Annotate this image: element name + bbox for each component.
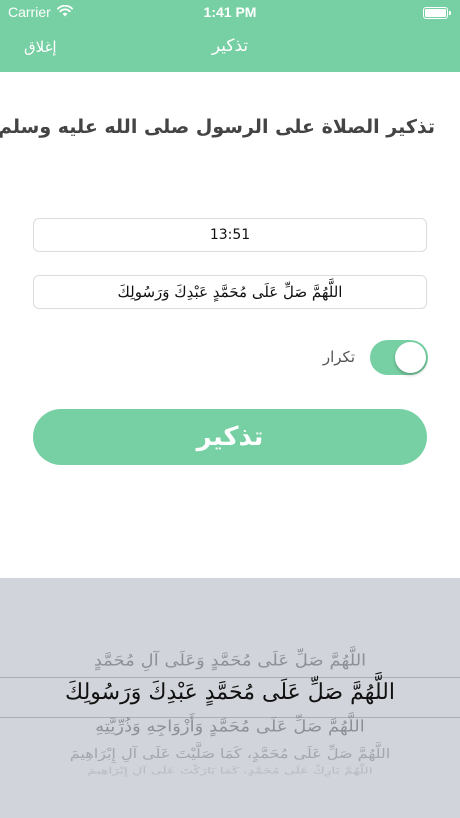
picker-row[interactable]: اللَّهُمَّ صَلِّ عَلَى مُحَمَّدٍ، كَمَا … [0,746,460,761]
picker-row[interactable]: اللَّهُمَّ صَلِّ عَلَى مُحَمَّدٍ وَأَزْو… [0,717,460,736]
status-time: 1:41 PM [203,4,257,20]
page-heading: تذكير الصلاة على الرسول صلى الله عليه وس… [0,116,435,138]
remind-button[interactable]: تذكير [33,409,427,465]
battery-tip [449,11,451,15]
repeat-toggle[interactable] [370,340,428,375]
picker-row-selected[interactable]: اللَّهُمَّ صَلِّ عَلَى مُحَمَّدٍ عَبْدِك… [0,680,460,705]
battery-icon [423,7,451,19]
picker-row[interactable]: اللَّهُمَّ صَلِّ عَلَى مُحَمَّدٍ وَعَلَى… [0,651,460,670]
navigation-bar: إغلاق تذكير [0,26,460,72]
picker-row[interactable]: اللَّهُمَّ بَارِكْ عَلَى مُحَمَّدٍ، كَمَ… [0,766,460,776]
battery-level-fill [425,9,446,17]
picker-selection-top-line [0,677,460,678]
time-field[interactable]: 13:51 [33,218,427,252]
prayer-text-field[interactable]: اللَّهُمَّ صَلِّ عَلَى مُحَمَّدٍ عَبْدِك… [33,275,427,309]
prayer-picker[interactable]: اللَّهُمَّ صَلِّ عَلَى مُحَمَّدٍ وَعَلَى… [0,578,460,818]
nav-title: تذكير [211,36,249,56]
repeat-label: تكرار [322,348,355,366]
toggle-knob [395,342,426,373]
status-bar: Carrier 1:41 PM [0,0,460,26]
